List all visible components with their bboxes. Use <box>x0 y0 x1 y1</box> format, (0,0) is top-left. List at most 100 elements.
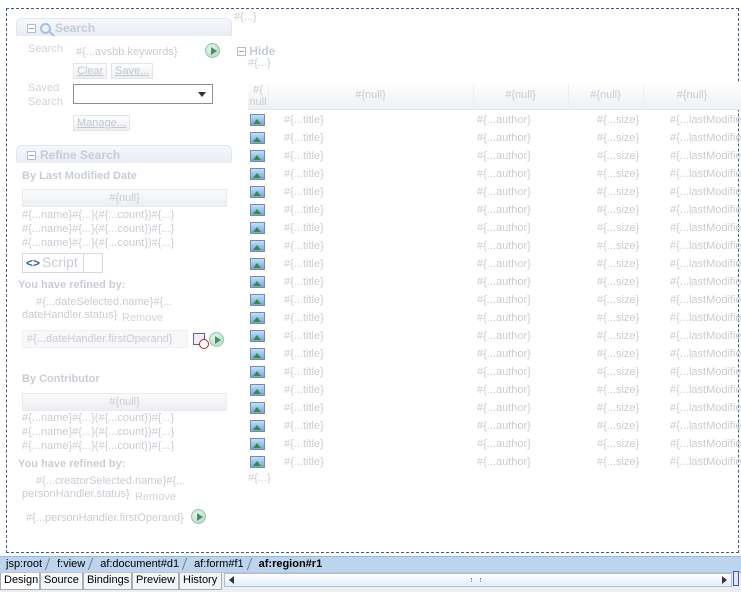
cell-size: #{...size} <box>597 438 640 450</box>
refine-panel-header[interactable]: Refine Search <box>16 145 232 163</box>
table-row[interactable]: #{...title} #{...author} #{...size} #{...la… <box>248 184 741 202</box>
scroll-left-icon[interactable] <box>225 574 239 586</box>
cell-author: #{...author} <box>477 168 531 180</box>
image-icon <box>250 150 265 162</box>
table-row[interactable]: #{...title} #{...author} #{...size} #{...la… <box>248 166 741 184</box>
breadcrumb-item[interactable]: f:view <box>57 557 85 570</box>
table-row[interactable]: #{...title} #{...author} #{...size} #{...la… <box>248 130 741 148</box>
calendar-icon[interactable] <box>193 333 209 349</box>
breadcrumb-item[interactable]: jsp:root <box>6 557 42 570</box>
breadcrumb-item-active[interactable]: af:region#r1 <box>259 557 323 570</box>
cell-modified: #{...lastModifie <box>670 168 741 180</box>
contributor-facet-row[interactable]: #{...name}#{...}(#{...count})#{...} <box>22 412 174 424</box>
tab-preview[interactable]: Preview <box>132 573 179 590</box>
cell-author: #{...author} <box>477 114 531 126</box>
image-icon <box>250 294 265 306</box>
cell-author: #{...author} <box>477 384 531 396</box>
search-keywords-input[interactable]: #{...avsbb.keywords} <box>76 46 178 58</box>
saved-search-select[interactable] <box>73 84 213 104</box>
column-header-modified[interactable]: #{null} <box>643 82 741 110</box>
person-go-icon[interactable] <box>191 509 206 524</box>
cell-modified: #{...lastModifie <box>670 258 741 270</box>
manage-button[interactable]: Manage... <box>73 115 130 131</box>
tab-design[interactable]: Design <box>0 573 40 590</box>
table-row[interactable]: #{...title} #{...author} #{...size} #{...la… <box>248 436 741 454</box>
collapse-icon[interactable] <box>27 24 36 34</box>
table-row[interactable]: #{...title} #{...author} #{...size} #{...la… <box>248 112 741 130</box>
cell-size: #{...size} <box>597 276 640 288</box>
tab-bindings[interactable]: Bindings <box>83 573 132 590</box>
hide-label: Hide <box>249 44 276 58</box>
top-expression: #{...} <box>234 11 257 23</box>
column-header-author[interactable]: #{null} <box>473 82 568 110</box>
refine-panel-title: Refine Search <box>40 148 121 162</box>
scroll-thumb-grip[interactable] <box>471 578 481 582</box>
search-panel-header[interactable]: Search <box>16 18 232 36</box>
cell-size: #{...size} <box>597 384 640 396</box>
chevron-down-icon[interactable] <box>198 92 206 97</box>
clear-button[interactable]: Clear <box>73 63 108 79</box>
cell-author: #{...author} <box>477 420 531 432</box>
table-row[interactable]: #{...title} #{...author} #{...size} #{...la… <box>248 346 741 364</box>
table-row[interactable]: #{...title} #{...author} #{...size} #{...la… <box>248 220 741 238</box>
column-header-icon[interactable]: #{ null <box>248 82 268 110</box>
cell-author: #{...author} <box>477 186 531 198</box>
breadcrumb-item[interactable]: af:form#f1 <box>194 557 244 570</box>
cell-title: #{...title} <box>284 402 324 414</box>
cell-size: #{...size} <box>597 240 640 252</box>
date-facet-row[interactable]: #{...name}#{...}(#{...count})#{...} <box>22 237 174 249</box>
breadcrumb-separator <box>90 558 95 567</box>
remove-person-link[interactable]: Remove <box>135 491 176 503</box>
table-row[interactable]: #{...title} #{...author} #{...size} #{...la… <box>248 364 741 382</box>
collapse-icon[interactable] <box>27 151 36 161</box>
cell-title: #{...title} <box>284 420 324 432</box>
cell-modified: #{...lastModifie <box>670 402 741 414</box>
search-icon <box>40 23 51 35</box>
date-facet-row[interactable]: #{...name}#{...}(#{...count})#{...} <box>22 223 174 235</box>
table-row[interactable]: #{...title} #{...author} #{...size} #{...la… <box>248 310 741 328</box>
table-row[interactable]: #{...title} #{...author} #{...size} #{...la… <box>248 292 741 310</box>
results-hide-header[interactable]: Hide <box>237 44 275 58</box>
scroll-right-icon[interactable] <box>717 574 731 586</box>
cell-author: #{...author} <box>477 150 531 162</box>
remove-date-link[interactable]: Remove <box>122 312 163 324</box>
table-row[interactable]: #{...title} #{...author} #{...size} #{...la… <box>248 202 741 220</box>
cell-modified: #{...lastModifie <box>670 276 741 288</box>
tab-source[interactable]: Source <box>40 573 83 590</box>
contributor-facet-row[interactable]: #{...name}#{...}(#{...count})#{...} <box>22 426 174 438</box>
table-row[interactable]: #{...title} #{...author} #{...size} #{...la… <box>248 454 741 472</box>
table-row[interactable]: #{...title} #{...author} #{...size} #{...la… <box>248 148 741 166</box>
horizontal-scrollbar[interactable] <box>224 573 732 587</box>
table-row[interactable]: #{...title} #{...author} #{...size} #{...la… <box>248 256 741 274</box>
table-row[interactable]: #{...title} #{...author} #{...size} #{...la… <box>248 274 741 292</box>
cell-size: #{...size} <box>597 348 640 360</box>
cell-title: #{...title} <box>284 312 324 324</box>
by-date-title: By Last Modified Date <box>22 170 137 182</box>
cell-title: #{...title} <box>284 456 324 468</box>
cell-modified: #{...lastModifie <box>670 366 741 378</box>
script-component[interactable]: <> Script <box>22 253 103 273</box>
date-handler-status: dateHandler.status} <box>22 309 118 321</box>
table-row[interactable]: #{...title} #{...author} #{...size} #{...la… <box>248 328 741 346</box>
collapse-icon[interactable] <box>237 47 246 57</box>
cell-author: #{...author} <box>477 312 531 324</box>
cell-modified: #{...lastModifie <box>670 240 741 252</box>
tab-history[interactable]: History <box>179 573 222 590</box>
search-go-icon[interactable] <box>205 43 220 58</box>
date-operand-field[interactable]: #{...dateHandler.firstOperand} <box>22 330 188 348</box>
column-header-title[interactable]: #{null} <box>268 82 473 110</box>
results-footer-expr: #{...} <box>248 472 271 484</box>
date-facet-row[interactable]: #{...name}#{...}(#{...count})#{...} <box>22 209 174 221</box>
cell-author: #{...author} <box>477 276 531 288</box>
contributor-facet-row[interactable]: #{...name}#{...}(#{...count})#{...} <box>22 440 174 452</box>
table-row[interactable]: #{...title} #{...author} #{...size} #{...la… <box>248 238 741 256</box>
date-go-icon[interactable] <box>209 332 224 347</box>
column-header-size[interactable]: #{null} <box>568 82 643 110</box>
table-row[interactable]: #{...title} #{...author} #{...size} #{...la… <box>248 418 741 436</box>
save-button[interactable]: Save... <box>111 63 154 79</box>
person-operand-field[interactable]: #{...personHandler.firstOperand} <box>26 512 184 524</box>
cell-title: #{...title} <box>284 168 324 180</box>
table-row[interactable]: #{...title} #{...author} #{...size} #{...la… <box>248 382 741 400</box>
breadcrumb-item[interactable]: af:document#d1 <box>100 557 179 570</box>
table-row[interactable]: #{...title} #{...author} #{...size} #{...la… <box>248 400 741 418</box>
